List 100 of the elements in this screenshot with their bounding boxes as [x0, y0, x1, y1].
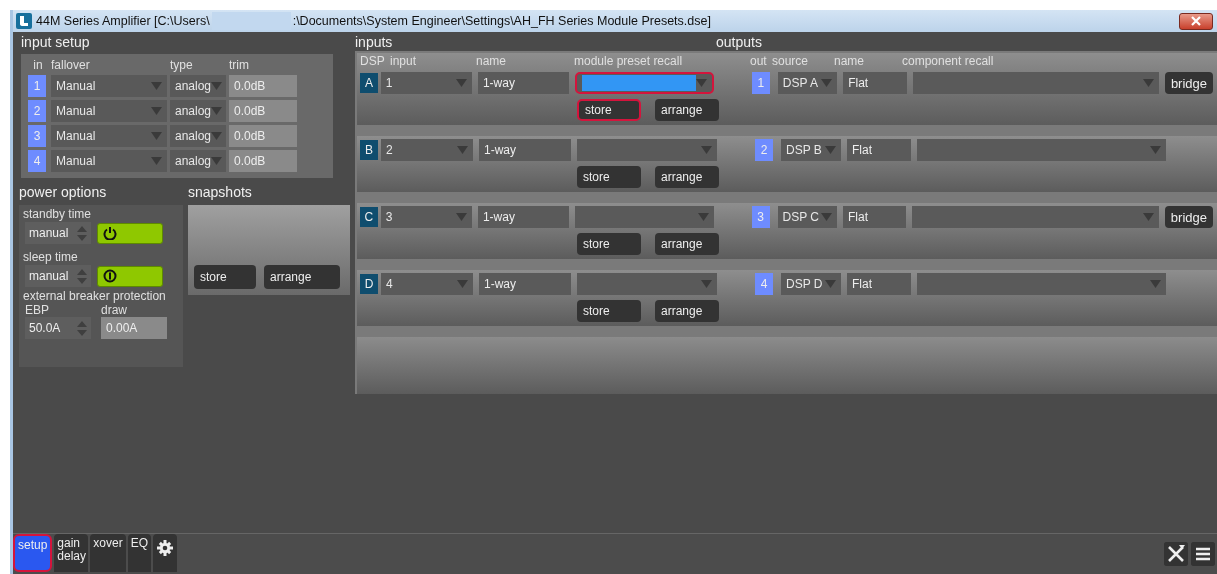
window-title: :\Documents\System Engineer\Settings\AH_FH Series Module Presets.dse]: [292, 14, 711, 28]
trim-field[interactable]: 0.0dB: [229, 125, 297, 147]
output-number: 3: [751, 206, 770, 228]
section-title: inputs: [355, 33, 394, 50]
input-dropdown[interactable]: 4: [381, 273, 473, 295]
type-dropdown[interactable]: analog: [170, 100, 226, 122]
caret-icon: [825, 280, 836, 288]
snapshot-button[interactable]: arrange: [264, 265, 340, 289]
name-field[interactable]: Flat: [843, 72, 907, 94]
caret-icon: [457, 146, 468, 154]
caret-icon: [821, 79, 833, 87]
arrange-button[interactable]: arrange: [655, 166, 719, 188]
caret-icon: [151, 157, 162, 165]
component-dropdown[interactable]: [912, 72, 1159, 94]
component-dropdown[interactable]: [917, 273, 1166, 295]
name-field[interactable]: 1-way: [477, 72, 569, 94]
trim-field[interactable]: 0.0dB: [229, 100, 297, 122]
type-dropdown[interactable]: analog: [170, 150, 226, 172]
source-dropdown[interactable]: DSP A: [777, 72, 838, 94]
name-field[interactable]: 1-way: [479, 273, 571, 295]
name-field[interactable]: Flat: [847, 273, 911, 295]
component-dropdown[interactable]: [917, 139, 1166, 161]
settings-tab[interactable]: [153, 534, 178, 572]
spinner-arrows-icon: [77, 225, 87, 241]
bridge-button[interactable]: bridge: [1164, 72, 1213, 94]
name-field[interactable]: Flat: [842, 206, 907, 228]
draw-field: 0.00A: [101, 317, 167, 339]
arrange-button[interactable]: arrange: [655, 233, 719, 255]
input-dropdown[interactable]: 2: [381, 139, 473, 161]
column-header: name: [476, 54, 508, 68]
source-dropdown[interactable]: DSP C: [777, 206, 837, 228]
column-header: name: [834, 54, 866, 68]
column-header: trim: [229, 58, 250, 72]
caret-icon: [457, 280, 468, 288]
caret-icon: [1142, 213, 1154, 221]
trim-field[interactable]: 0.0dB: [229, 150, 297, 172]
spin-box[interactable]: manual: [25, 222, 91, 244]
caret-icon: [455, 213, 467, 221]
store-button[interactable]: store: [577, 300, 641, 322]
caret-icon: [701, 146, 712, 154]
tab[interactable]: EQ: [127, 534, 152, 572]
fallover-dropdown[interactable]: Manual: [51, 100, 167, 122]
field-label: sleep time: [23, 250, 79, 264]
name-field[interactable]: 1-way: [479, 139, 571, 161]
component-dropdown[interactable]: [912, 206, 1159, 228]
caret-icon: [211, 157, 223, 165]
field-label: EBP: [25, 303, 50, 317]
caret-icon: [1150, 280, 1161, 288]
trim-field[interactable]: 0.0dB: [229, 75, 297, 97]
spin-box[interactable]: 50.0A: [25, 317, 91, 339]
field-label: draw: [101, 303, 128, 317]
close-button[interactable]: [1179, 12, 1213, 30]
caret-icon: [211, 107, 223, 115]
output-number: 4: [755, 273, 773, 295]
field-label: external breaker protection: [23, 289, 167, 303]
store-button[interactable]: store: [577, 233, 641, 255]
tab[interactable]: xover: [90, 534, 126, 572]
name-field[interactable]: 1-way: [477, 206, 570, 228]
tab[interactable]: gain delay: [54, 534, 89, 572]
store-button[interactable]: store: [577, 166, 641, 188]
input-dropdown[interactable]: 3: [380, 206, 472, 228]
circle-bar-icon: [103, 269, 117, 283]
bridge-button[interactable]: bridge: [1164, 206, 1213, 228]
caret-icon: [151, 107, 162, 115]
section-title: power options: [19, 184, 108, 200]
field-label: standby time: [23, 207, 93, 221]
spinner-arrows-icon: [77, 320, 87, 336]
settings-icon: [157, 540, 174, 556]
column-header: source: [772, 54, 810, 68]
preset-dropdown[interactable]: [574, 72, 714, 94]
input-number: 3: [28, 125, 46, 147]
fallover-dropdown[interactable]: Manual: [51, 75, 167, 97]
store-button[interactable]: store: [577, 99, 641, 121]
sleep-button[interactable]: [97, 265, 163, 287]
snapshot-button[interactable]: store: [194, 265, 256, 289]
column-header: input: [390, 54, 418, 68]
source-dropdown[interactable]: DSP D: [781, 273, 841, 295]
fallover-dropdown[interactable]: Manual: [51, 150, 167, 172]
arrange-button[interactable]: arrange: [655, 300, 719, 322]
fallover-dropdown[interactable]: Manual: [51, 125, 167, 147]
arrange-button[interactable]: arrange: [655, 99, 719, 121]
caret-icon: [820, 213, 832, 221]
standby-button[interactable]: [97, 222, 163, 244]
preset-dropdown[interactable]: [577, 273, 717, 295]
dsp-label: D: [360, 274, 378, 294]
spin-box[interactable]: manual: [25, 265, 91, 287]
type-dropdown[interactable]: analog: [170, 75, 226, 97]
output-number: 2: [755, 139, 773, 161]
preset-dropdown[interactable]: [575, 206, 714, 228]
input-dropdown[interactable]: 1: [380, 72, 472, 94]
caret-icon: [455, 79, 467, 87]
input-number: 4: [28, 150, 46, 172]
caret-icon: [695, 79, 707, 87]
name-field[interactable]: Flat: [847, 139, 911, 161]
type-dropdown[interactable]: analog: [170, 125, 226, 147]
tab[interactable]: setup: [13, 534, 53, 572]
source-dropdown[interactable]: DSP B: [781, 139, 841, 161]
caret-icon: [211, 132, 223, 140]
preset-dropdown[interactable]: [577, 139, 717, 161]
caret-icon: [825, 146, 836, 154]
